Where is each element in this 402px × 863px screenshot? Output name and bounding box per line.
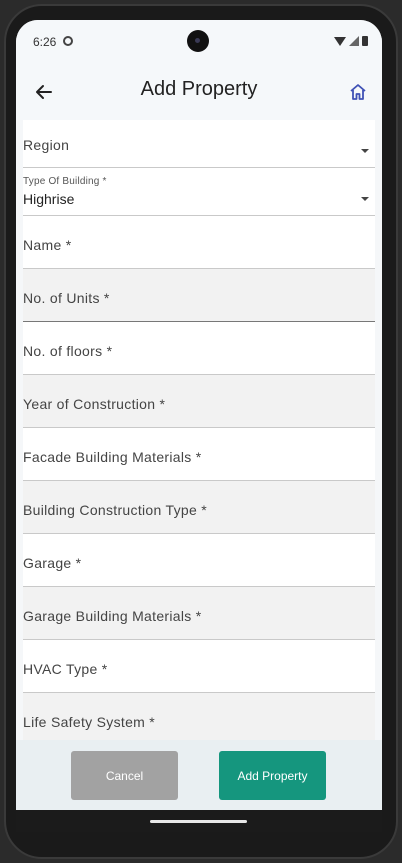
construction-type-field[interactable]: Building Construction Type * (23, 481, 375, 534)
arrow-left-icon (36, 85, 52, 99)
front-camera (187, 30, 209, 52)
screen: 6:26 Add Property Region Type Of Buildin… (16, 20, 382, 832)
system-icons (334, 35, 368, 47)
system-nav-bar (16, 810, 382, 832)
battery-icon (362, 36, 368, 46)
garage-label: Garage * (23, 555, 82, 571)
status-time: 6:26 (33, 35, 57, 49)
app-bar: Add Property (16, 64, 382, 120)
garage-field[interactable]: Garage * (23, 534, 375, 587)
garage-materials-field[interactable]: Garage Building Materials * (23, 587, 375, 640)
page-title: Add Property (140, 78, 258, 100)
life-safety-label: Life Safety System * (23, 714, 156, 730)
building-type-value: Highrise (23, 191, 75, 207)
home-icon (350, 84, 366, 100)
name-label: Name * (23, 237, 72, 253)
region-dropdown[interactable]: Region (23, 120, 375, 168)
floors-label: No. of floors * (23, 343, 113, 359)
name-field[interactable]: Name * (23, 216, 375, 269)
action-bar: Cancel Add Property (16, 740, 382, 810)
building-type-dropdown[interactable]: Type Of Building * Highrise (23, 168, 375, 216)
signal-icon (349, 36, 359, 46)
add-property-button[interactable]: Add Property (219, 751, 326, 800)
status-bar: 6:26 (16, 20, 382, 64)
home-gesture-handle[interactable] (150, 820, 247, 823)
facade-materials-label: Facade Building Materials * (23, 449, 202, 465)
home-button[interactable] (342, 76, 374, 108)
construction-type-label: Building Construction Type * (23, 502, 208, 518)
units-label: No. of Units * (23, 290, 110, 306)
hvac-field[interactable]: HVAC Type * (23, 640, 375, 693)
region-label: Region (23, 137, 70, 153)
year-field[interactable]: Year of Construction * (23, 375, 375, 428)
floors-field[interactable]: No. of floors * (23, 322, 375, 375)
units-field[interactable]: No. of Units * (23, 269, 375, 322)
cancel-button[interactable]: Cancel (71, 751, 178, 800)
gear-icon (63, 36, 73, 46)
hvac-label: HVAC Type * (23, 661, 108, 677)
wifi-icon (334, 36, 346, 46)
garage-materials-label: Garage Building Materials * (23, 608, 202, 624)
property-form: Region Type Of Building * Highrise Name … (23, 120, 375, 740)
facade-materials-field[interactable]: Facade Building Materials * (23, 428, 375, 481)
chevron-down-icon (361, 197, 369, 201)
life-safety-field[interactable]: Life Safety System * (23, 693, 375, 740)
back-button[interactable] (28, 76, 60, 108)
building-type-label: Type Of Building * (23, 176, 107, 187)
chevron-down-icon (361, 149, 369, 153)
year-label: Year of Construction * (23, 396, 166, 412)
